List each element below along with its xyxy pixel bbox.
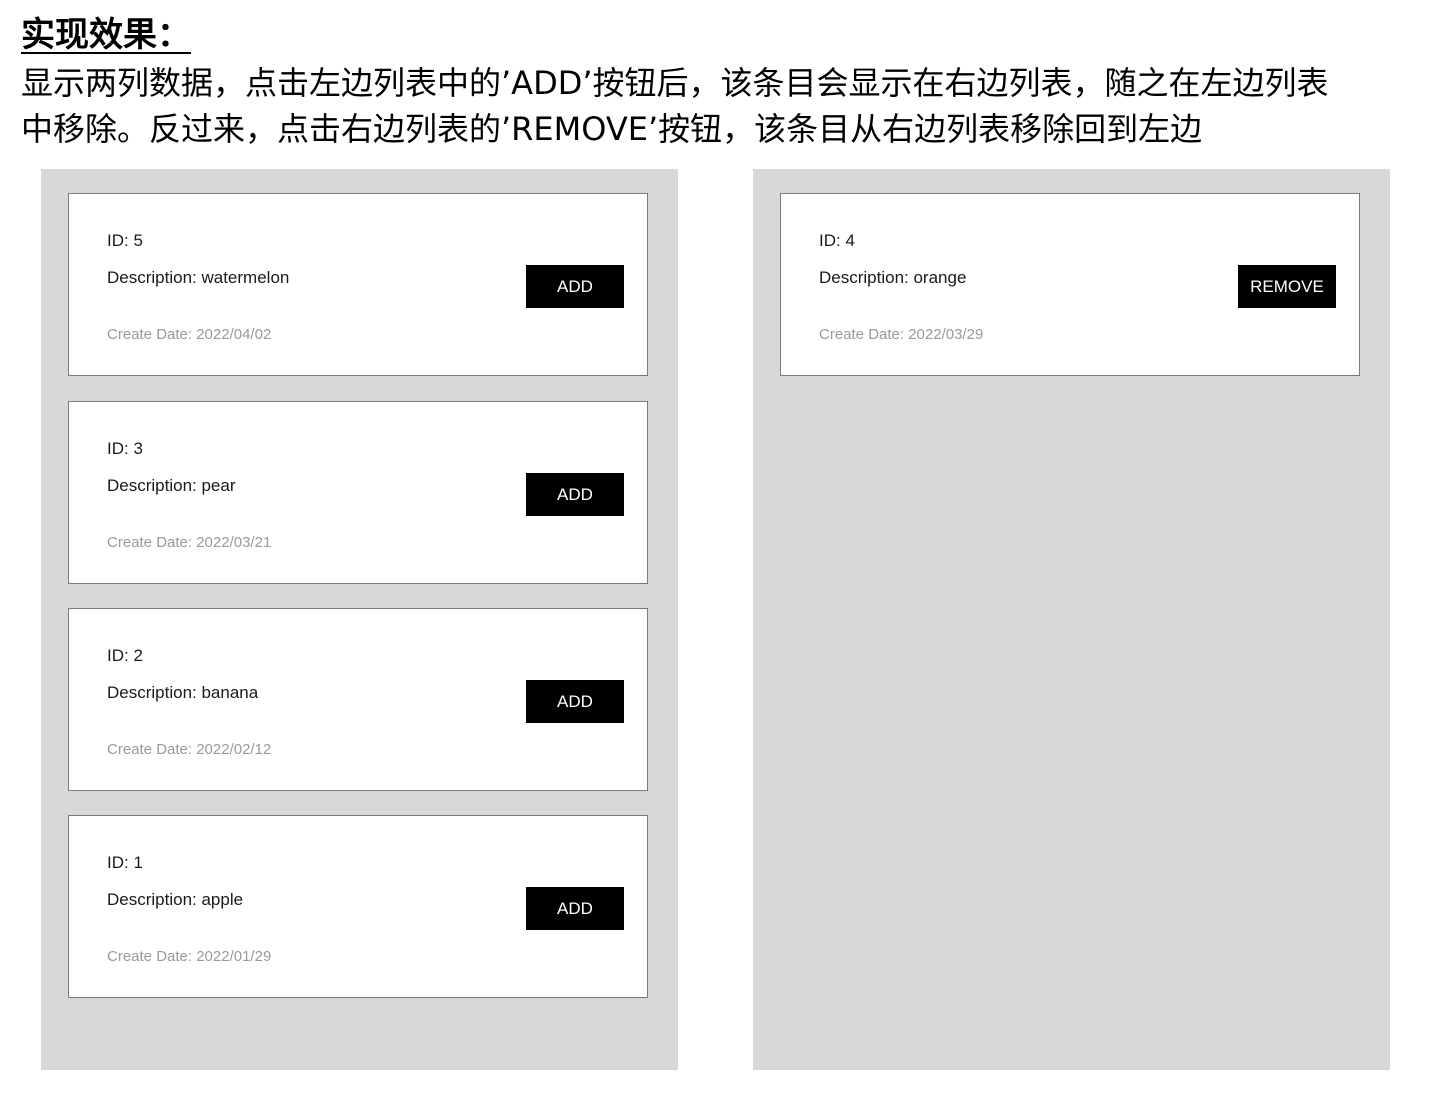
- remove-button[interactable]: REMOVE: [1238, 265, 1336, 308]
- right-list-panel: ID: 4 Description: orange Create Date: 2…: [753, 169, 1390, 1070]
- add-button[interactable]: ADD: [526, 265, 624, 308]
- left-list-item: ID: 5 Description: watermelon Create Dat…: [68, 193, 648, 376]
- item-description: Description: banana: [107, 683, 259, 702]
- item-id: ID: 2: [107, 646, 143, 665]
- item-id: ID: 3: [107, 439, 143, 458]
- requirement-description: 显示两列数据，点击左边列表中的’ADD’按钮后，该条目会显示在右边列表，随之在左…: [21, 60, 1421, 152]
- left-list-item: ID: 2 Description: banana Create Date: 2…: [68, 608, 648, 791]
- item-description: Description: watermelon: [107, 268, 290, 287]
- left-list-item: ID: 1 Description: apple Create Date: 20…: [68, 815, 648, 998]
- description-line-1: 显示两列数据，点击左边列表中的’ADD’按钮后，该条目会显示在右边列表，随之在左…: [21, 64, 1329, 102]
- item-create-date: Create Date: 2022/04/02: [107, 326, 272, 343]
- page-heading: 实现效果：: [21, 15, 191, 55]
- item-id: ID: 4: [819, 231, 855, 250]
- item-create-date: Create Date: 2022/02/12: [107, 741, 272, 758]
- add-button[interactable]: ADD: [526, 680, 624, 723]
- item-create-date: Create Date: 2022/03/29: [819, 326, 984, 343]
- left-list-item: ID: 3 Description: pear Create Date: 202…: [68, 401, 648, 584]
- left-list-panel: ID: 5 Description: watermelon Create Dat…: [41, 169, 678, 1070]
- add-button[interactable]: ADD: [526, 473, 624, 516]
- add-button[interactable]: ADD: [526, 887, 624, 930]
- item-id: ID: 1: [107, 853, 143, 872]
- item-id: ID: 5: [107, 231, 143, 250]
- item-create-date: Create Date: 2022/01/29: [107, 948, 272, 965]
- item-description: Description: orange: [819, 268, 967, 287]
- item-create-date: Create Date: 2022/03/21: [107, 534, 272, 551]
- description-line-2: 中移除。反过来，点击右边列表的’REMOVE’按钮，该条目从右边列表移除回到左边: [21, 110, 1203, 148]
- item-description: Description: apple: [107, 890, 244, 909]
- right-list-item: ID: 4 Description: orange Create Date: 2…: [780, 193, 1360, 376]
- item-description: Description: pear: [107, 476, 236, 495]
